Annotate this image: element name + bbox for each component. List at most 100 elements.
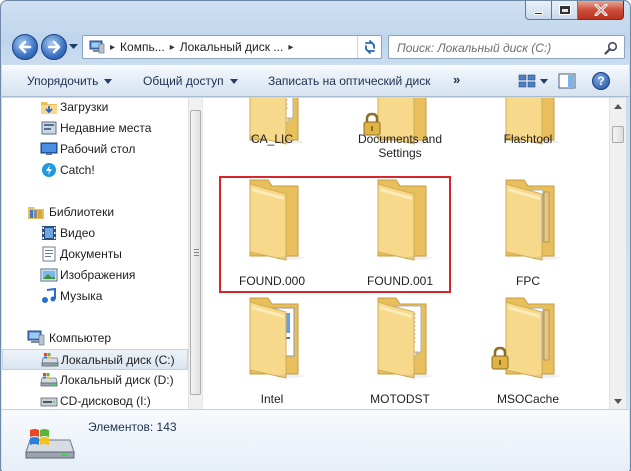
sidebar-item[interactable]: Музыка — [2, 286, 188, 307]
folder-label: Documents and Settings — [357, 132, 443, 160]
sidebar-item-label: Локальный диск (D:) — [60, 373, 174, 387]
close-icon — [594, 4, 607, 16]
sidebar-item[interactable]: Загрузки — [2, 98, 188, 118]
change-view-icon[interactable] — [518, 73, 536, 89]
sidebar-item[interactable]: Документы — [2, 244, 188, 265]
breadcrumb-computer[interactable]: Компь... — [120, 40, 165, 54]
burn-label: Записать на оптический диск — [268, 74, 431, 88]
back-arrow-icon — [18, 40, 32, 54]
organize-menu[interactable]: Упорядочить — [27, 74, 113, 88]
close-button[interactable] — [578, 1, 624, 20]
breadcrumb-local-disk[interactable]: Локальный диск ... — [180, 40, 284, 54]
chevron-down-icon — [229, 78, 238, 84]
sidebar-item[interactable]: Видео — [2, 223, 188, 244]
command-bar: Упорядочить Общий доступ Записать на опт… — [2, 65, 629, 97]
forward-arrow-icon — [47, 40, 61, 54]
sidebar-item-label: Локальный диск (C:) — [61, 353, 175, 367]
sidebar-item-label: Изображения — [60, 268, 136, 282]
sidebar-item[interactable]: Локальный диск (D:) — [2, 370, 188, 391]
computer-icon — [27, 330, 45, 346]
share-label: Общий доступ — [143, 74, 224, 88]
documents-library-icon — [40, 246, 58, 262]
preview-pane-icon[interactable] — [558, 73, 576, 89]
folder-item[interactable]: FPC — [468, 178, 588, 290]
recent-pages-dropdown-icon[interactable] — [69, 44, 78, 50]
chevron-up-icon — [614, 103, 622, 109]
sidebar-item[interactable]: Изображения — [2, 265, 188, 286]
downloads-folder-icon — [40, 99, 58, 115]
pictures-library-icon — [40, 267, 58, 283]
sidebar-item[interactable]: Библиотеки — [2, 202, 188, 223]
cd-drive-icon — [40, 393, 58, 409]
refresh-icon — [364, 40, 375, 54]
breadcrumb-separator[interactable]: ▸ — [110, 42, 115, 53]
folder-label: FPC — [516, 274, 540, 288]
content-scrollbar-thumb[interactable] — [612, 126, 624, 143]
more-commands-button[interactable]: » — [453, 72, 460, 87]
help-button[interactable]: ? — [592, 72, 610, 90]
scroll-down-button[interactable] — [610, 393, 626, 409]
minimize-button[interactable] — [525, 1, 552, 20]
content-scrollbar[interactable] — [609, 98, 626, 409]
address-bar[interactable]: ▸ Компь... ▸ Локальный диск ... ▸ — [82, 35, 382, 59]
forward-button[interactable] — [41, 34, 67, 60]
highlight-box — [219, 176, 451, 293]
sidebar-item[interactable]: Catch! — [2, 160, 188, 181]
back-button[interactable] — [12, 34, 38, 60]
item-count: Элементов: 143 — [88, 420, 177, 434]
sidebar-item-label: Видео — [60, 226, 96, 240]
sidebar-item-label: CD-дисковод (I:) — [60, 394, 151, 408]
nav-scrollbar[interactable] — [188, 98, 202, 409]
folder-icon — [486, 178, 570, 262]
search-placeholder: Поиск: Локальный диск (C:) — [397, 41, 552, 55]
folder-label: MOTODST — [370, 392, 430, 406]
folder-icon — [358, 296, 442, 380]
maximize-icon — [558, 5, 571, 15]
details-pane: Элементов: 143 — [2, 409, 629, 471]
maximize-button[interactable] — [552, 1, 578, 20]
nav-scrollbar-thumb[interactable] — [190, 110, 201, 395]
folder-icon — [230, 296, 314, 380]
explorer-window: ▸ Компь... ▸ Локальный диск ... ▸ Поиск:… — [0, 0, 631, 471]
refresh-button[interactable] — [357, 36, 381, 58]
computer-icon — [89, 40, 105, 54]
sidebar-item-label: Документы — [60, 247, 122, 261]
sidebar-item-label: Компьютер — [49, 331, 112, 345]
sidebar-item[interactable]: Локальный диск (C:) — [2, 349, 188, 370]
sidebar-item-label: Загрузки — [60, 100, 109, 114]
search-box[interactable]: Поиск: Локальный диск (C:) — [388, 35, 625, 59]
catch-icon — [40, 162, 58, 178]
breadcrumb-separator[interactable]: ▸ — [288, 42, 293, 53]
view-dropdown-icon[interactable] — [540, 79, 548, 84]
sidebar-item[interactable]: CD-дисковод (I:) — [2, 391, 188, 409]
grip-icon — [194, 249, 199, 256]
desktop-icon — [40, 141, 58, 157]
local-disk-large-icon — [25, 429, 75, 459]
sidebar-item[interactable]: Рабочий стол — [2, 139, 188, 160]
navigation-pane: Загрузки Недавние места Рабочий стол Catch!… — [2, 98, 202, 409]
local-disk-icon — [40, 372, 58, 388]
folder-label: Intel — [260, 392, 284, 406]
chevron-down-icon — [614, 398, 622, 404]
organize-label: Упорядочить — [27, 74, 99, 88]
local-disk-icon — [41, 352, 59, 368]
file-list: CA_LIC Documents and Settings Flashtool FOU… — [208, 98, 609, 409]
sidebar-item-label: Недавние места — [60, 121, 152, 135]
chevron-down-icon — [104, 78, 113, 84]
share-menu[interactable]: Общий доступ — [143, 74, 238, 88]
folder-item[interactable]: Intel — [212, 296, 332, 408]
address-row: ▸ Компь... ▸ Локальный диск ... ▸ Поиск:… — [8, 32, 625, 60]
breadcrumb-separator[interactable]: ▸ — [170, 42, 175, 53]
locked-folder-icon — [486, 296, 570, 380]
folder-label: MSOCache — [496, 392, 560, 406]
folder-item[interactable]: MSOCache — [468, 296, 588, 408]
folder-item[interactable]: MOTODST — [340, 296, 460, 408]
scroll-up-button[interactable] — [610, 98, 626, 114]
folder-label: CA_LIC — [250, 132, 294, 146]
help-icon: ? — [597, 74, 605, 88]
recent-places-icon — [40, 120, 58, 136]
sidebar-item[interactable]: Недавние места — [2, 118, 188, 139]
search-icon[interactable] — [604, 41, 618, 55]
sidebar-item[interactable]: Компьютер — [2, 328, 188, 349]
burn-button[interactable]: Записать на оптический диск — [268, 74, 431, 88]
